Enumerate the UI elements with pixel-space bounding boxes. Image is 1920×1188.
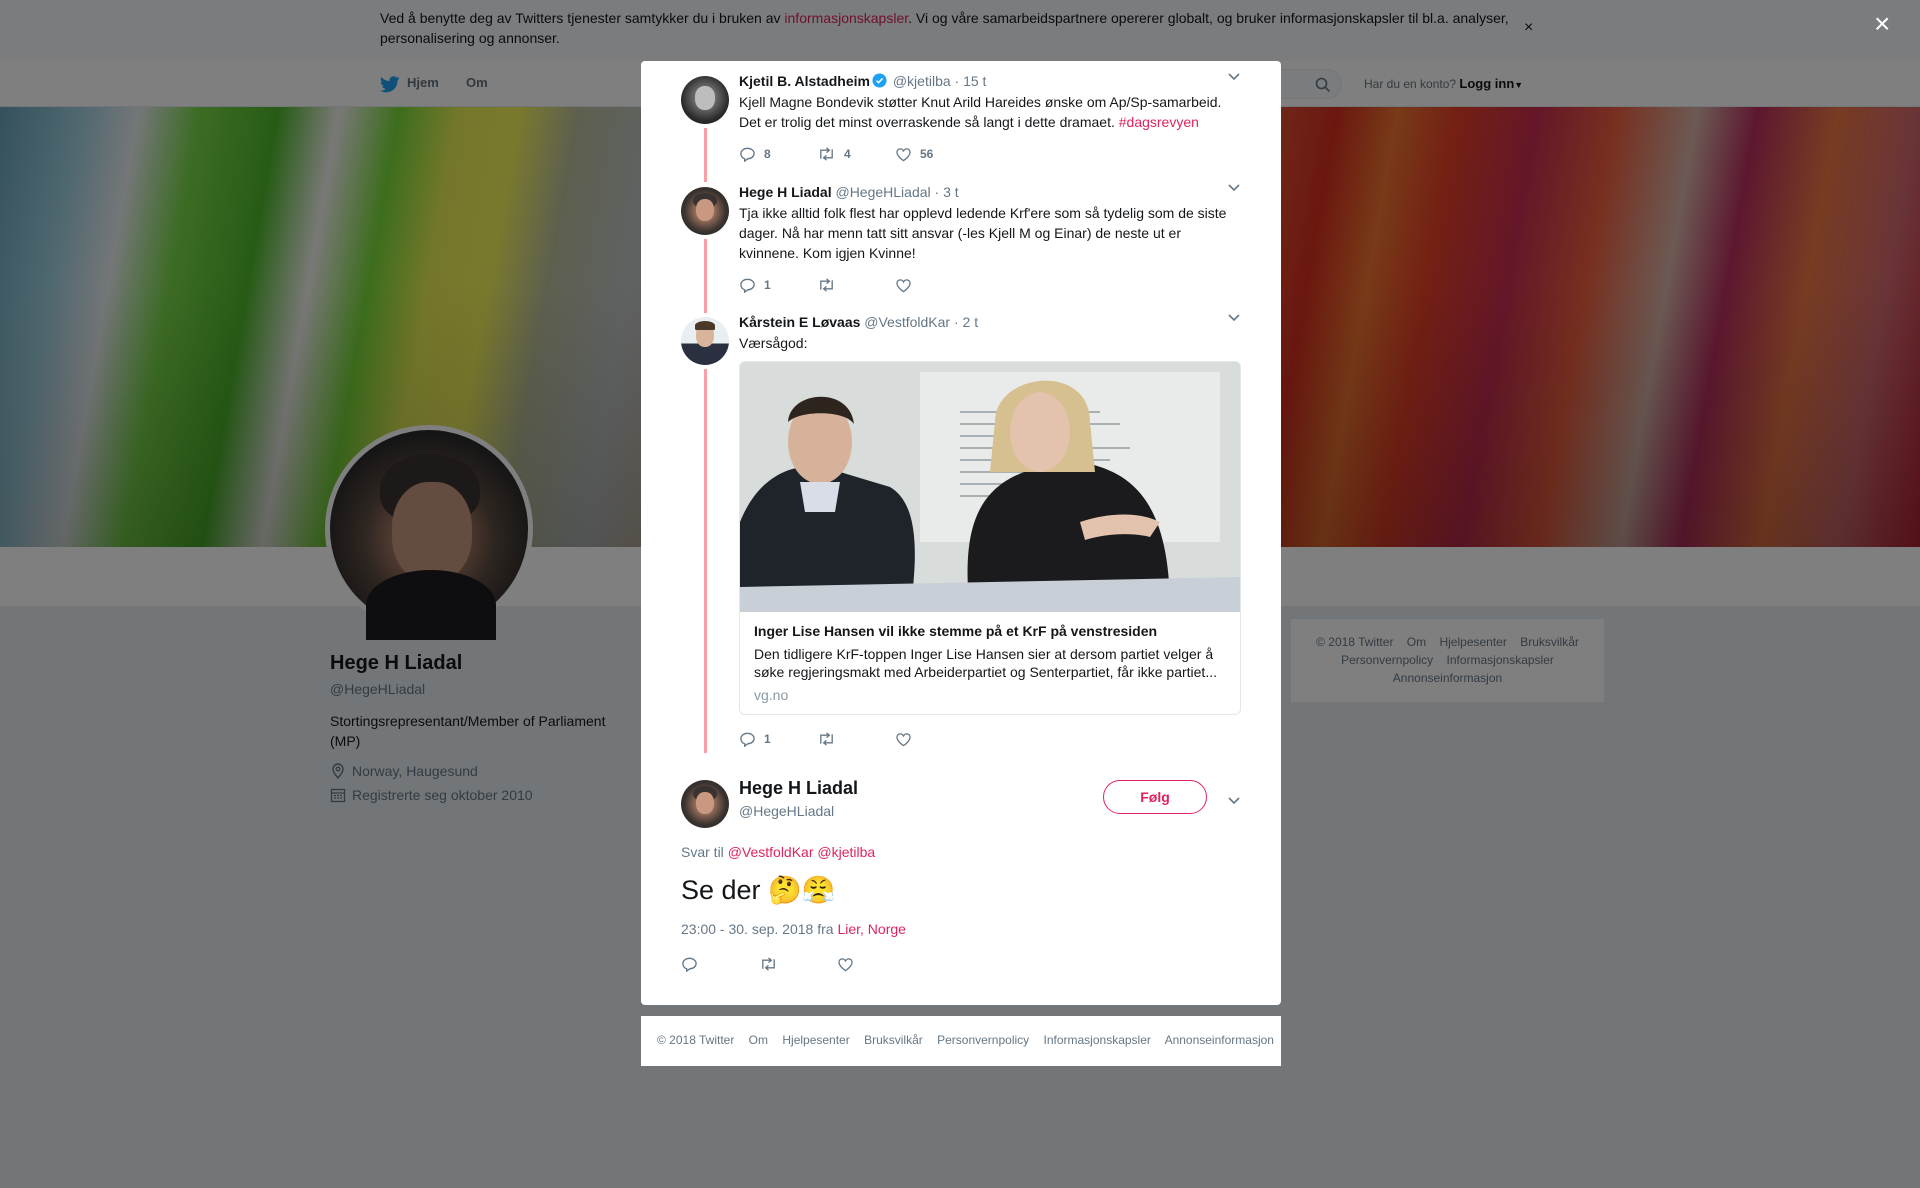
author-name[interactable]: Kårstein E Løvaas [739,314,860,330]
retweet-icon [762,957,775,971]
card-title[interactable]: Inger Lise Hansen vil ikke stemme på et … [754,622,1226,640]
follow-button[interactable]: Følg [1103,780,1207,814]
footer-copyright: © 2018 Twitter [657,1033,735,1047]
permalink-tweet: Hege H Liadal @HegeHLiadal Følg Svar til… [681,776,1241,996]
tweet-header: Kjetil B. Alstadheim @kjetilba · 15 t [739,72,1241,90]
thread-line [704,128,707,182]
tweet-time[interactable]: · 2 t [954,314,978,330]
place-link[interactable]: Lier, Norge [837,921,905,937]
reply-icon [682,957,697,972]
modal-close-button[interactable]: × [1874,10,1890,38]
mention-link[interactable]: @VestfoldKar [728,844,814,860]
like-button[interactable] [837,957,915,972]
heart-icon [896,732,911,746]
tweet-text: Tja ikke alltid folk flest har opplevd l… [739,205,1227,261]
footer-link-privacy[interactable]: Personvernpolicy [937,1033,1029,1047]
reply-icon [740,278,755,293]
footer-link-ads[interactable]: Annonseinformasjon [1165,1033,1274,1047]
footer-link-terms[interactable]: Bruksvilkår [864,1033,923,1047]
thread-line [704,239,707,313]
author-name[interactable]: Hege H Liadal [739,184,832,200]
heart-icon [896,147,911,161]
chevron-down-icon[interactable] [1227,72,1241,82]
like-button[interactable]: 56 [895,147,973,162]
hashtag-link[interactable]: #dagsrevyen [1119,114,1199,130]
link-card[interactable]: Inger Lise Hansen vil ikke stemme på et … [739,361,1241,715]
footer-link-help[interactable]: Hjelpesenter [782,1033,849,1047]
avatar[interactable] [681,187,729,235]
reply-icon [740,732,755,747]
author-handle[interactable]: @HegeHLiadal [835,184,930,200]
card-description: Den tidligere KrF-toppen Inger Lise Hans… [754,646,1217,680]
retweet-button[interactable]: 4 [817,147,895,161]
tweet-time[interactable]: · 3 t [935,184,959,200]
retweet-button[interactable] [759,957,837,971]
tweet-header: Kårstein E Løvaas @VestfoldKar · 2 t [739,313,1241,331]
reply-button[interactable]: 8 [739,146,817,162]
author-handle[interactable]: @VestfoldKar [864,314,950,330]
reply-button[interactable]: 1 [739,277,817,293]
heart-icon [896,278,911,292]
card-domain: vg.no [754,687,789,703]
reply-context: Svar til @VestfoldKar @kjetilba [681,844,876,860]
tweet-text: Kjell Magne Bondevik støtter Knut Arild … [739,94,1222,130]
reply-button[interactable]: 1 [739,731,817,747]
retweet-icon [820,147,833,161]
avatar[interactable] [681,780,729,828]
chevron-down-icon[interactable] [1227,313,1241,323]
tweet-text-large: Se der 🤔😤 [681,875,836,905]
tweet-actions: 1 [739,275,1241,295]
mention-link[interactable]: @kjetilba [817,844,875,860]
retweet-button[interactable] [817,732,895,746]
tweet-timestamp: 23:00 - 30. sep. 2018 fra Lier, Norge [681,921,906,937]
chevron-down-icon[interactable] [1227,183,1241,193]
tweet-actions [681,954,915,974]
tweet-modal: Kjetil B. Alstadheim @kjetilba · 15 t Kj… [641,61,1281,1005]
tweet-time[interactable]: · 15 t [955,73,987,89]
reply-button[interactable] [681,956,759,972]
tweet-header: Hege H Liadal @HegeHLiadal · 3 t [739,183,1241,201]
author-name[interactable]: Kjetil B. Alstadheim [739,73,870,89]
reply-icon [740,147,755,162]
tweet-actions: 8 4 56 [739,144,1241,164]
card-image [740,362,1240,612]
avatar[interactable] [681,76,729,124]
footer-link-about[interactable]: Om [749,1033,768,1047]
chevron-down-icon[interactable] [1227,796,1241,806]
thread-tweet[interactable]: Hege H Liadal @HegeHLiadal · 3 t Tja ikk… [681,183,1241,313]
thread-tweet[interactable]: Kårstein E Løvaas @VestfoldKar · 2 t Vær… [681,313,1241,753]
author-handle[interactable]: @kjetilba [893,73,951,89]
thread-tweet[interactable]: Kjetil B. Alstadheim @kjetilba · 15 t Kj… [681,72,1241,182]
footer-link-cookies[interactable]: Informasjonskapsler [1044,1033,1151,1047]
retweet-button[interactable] [817,278,895,292]
thread-line [704,369,707,753]
verified-badge-icon [872,73,887,88]
like-button[interactable] [895,732,973,747]
modal-footer: © 2018 Twitter Om Hjelpesenter Bruksvilk… [641,1016,1281,1066]
tweet-text: Værsågod: [739,335,808,351]
tweet-actions: 1 [739,729,1241,749]
avatar[interactable] [681,317,729,365]
like-button[interactable] [895,278,973,293]
heart-icon [838,957,853,971]
retweet-icon [820,278,833,292]
retweet-icon [820,732,833,746]
